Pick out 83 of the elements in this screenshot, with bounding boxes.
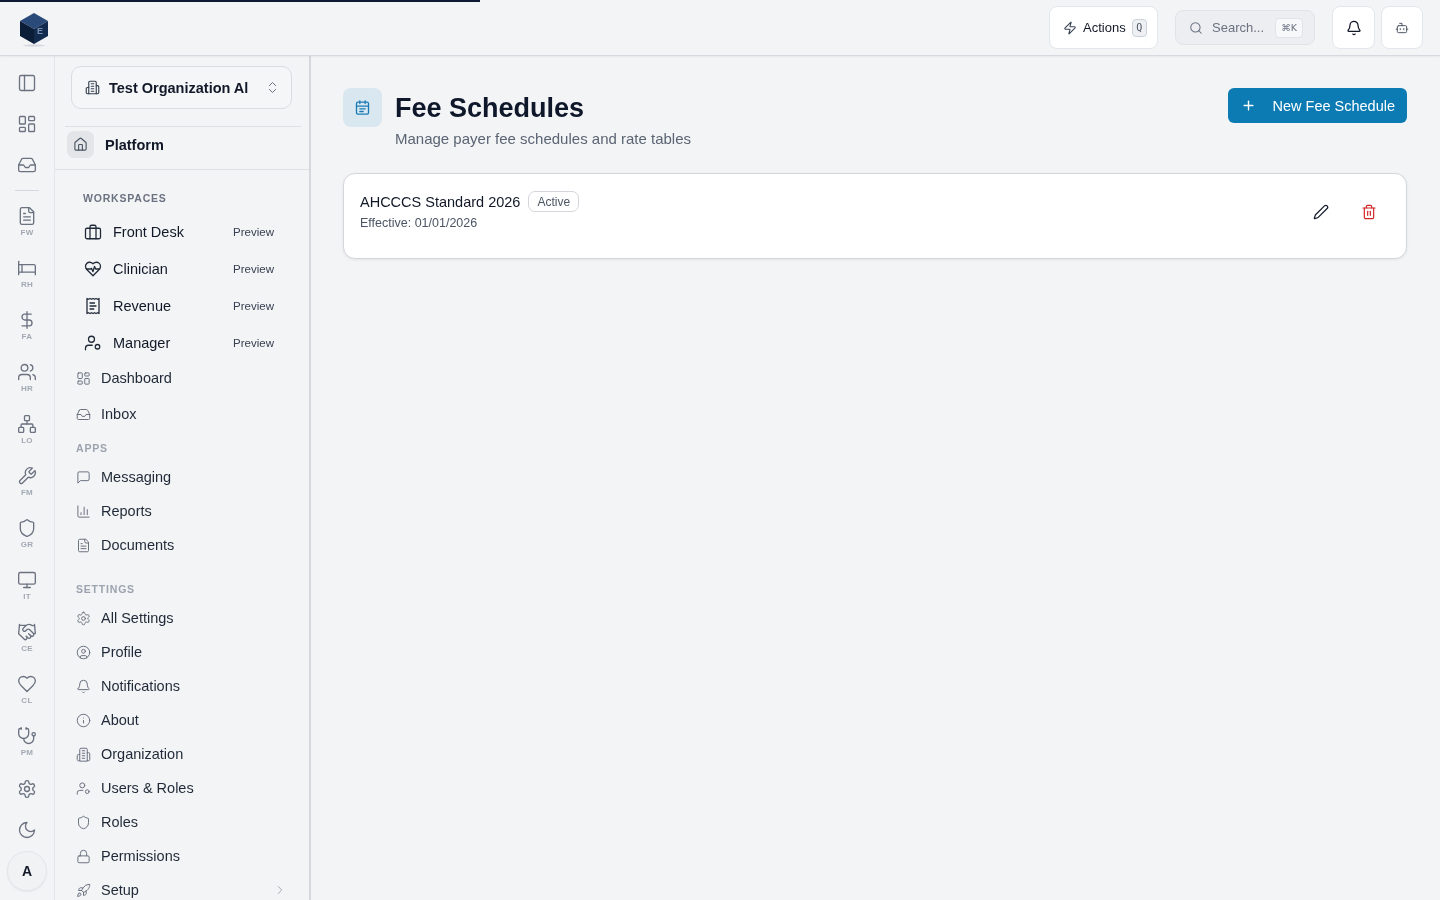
lightning-icon xyxy=(1063,20,1077,35)
handshake-icon xyxy=(17,622,37,642)
heart-pulse-icon xyxy=(84,259,102,278)
bar-chart-icon xyxy=(76,503,91,519)
platform-link[interactable]: Platform xyxy=(67,131,164,158)
trash-icon xyxy=(1361,204,1377,220)
message-icon xyxy=(76,469,91,485)
settings-icon[interactable] xyxy=(17,778,37,799)
wrench-icon xyxy=(17,466,37,486)
shield-icon xyxy=(17,518,37,538)
pencil-icon xyxy=(1313,204,1329,220)
user-circle-icon xyxy=(76,644,91,660)
effective-date: Effective: 01/01/2026 xyxy=(360,215,479,231)
document-icon xyxy=(17,206,37,226)
network-icon xyxy=(17,414,37,434)
workspace-link[interactable]: Front Desk xyxy=(83,222,184,241)
actions-button[interactable]: Actions Q xyxy=(1049,6,1158,49)
document-icon xyxy=(76,537,91,553)
dashboard-icon xyxy=(76,370,91,386)
page-title: Fee Schedules xyxy=(395,91,586,125)
calendar-icon xyxy=(343,88,382,127)
briefcase-icon xyxy=(84,222,102,241)
schedule-name: AHCCCS Standard 2026 xyxy=(360,193,521,210)
new-fee-schedule-button[interactable]: New Fee Schedule xyxy=(1228,88,1407,123)
panel-icon[interactable] xyxy=(17,72,37,93)
preview-label: Preview xyxy=(233,299,274,312)
receipt-icon xyxy=(84,296,102,315)
workspace-link[interactable]: Clinician xyxy=(83,259,168,278)
notifications-button[interactable] xyxy=(1332,6,1375,49)
person-icon xyxy=(76,780,91,796)
robot-icon xyxy=(1395,20,1409,35)
search-icon xyxy=(1189,20,1203,35)
nav-link[interactable]: Users & Roles xyxy=(76,778,289,798)
user-avatar[interactable]: A xyxy=(7,851,47,891)
nav-link[interactable]: Permissions xyxy=(76,846,289,866)
dashboard-icon[interactable] xyxy=(17,113,37,134)
inbox-icon xyxy=(76,406,91,422)
organization-select[interactable]: Test Organization Al xyxy=(71,66,292,109)
moon-icon[interactable] xyxy=(17,819,37,840)
nav-link[interactable]: About xyxy=(76,710,289,730)
shortcut-key: Q xyxy=(1131,18,1147,37)
stethoscope-icon xyxy=(17,726,37,746)
building-icon xyxy=(76,746,91,762)
nav-link[interactable]: Profile xyxy=(76,642,289,662)
logo-letter: E xyxy=(37,25,43,36)
monitor-icon xyxy=(17,570,37,590)
section-heading: SETTINGS xyxy=(76,582,136,596)
section-heading: WORKSPACES xyxy=(83,191,168,205)
status-badge: Active xyxy=(528,191,580,212)
heart-icon xyxy=(17,674,37,694)
page-subtitle: Manage payer fee schedules and rate tables xyxy=(395,129,692,149)
bell-icon xyxy=(1345,19,1362,36)
preview-label: Preview xyxy=(233,262,274,275)
bed-icon xyxy=(17,258,37,278)
nav-link[interactable]: Reports xyxy=(76,501,289,521)
rocket-icon xyxy=(76,882,91,898)
workspace-link[interactable]: Manager xyxy=(83,333,171,352)
nav-link[interactable]: Inbox xyxy=(76,404,289,424)
bell-icon xyxy=(76,678,91,694)
nav-link[interactable]: Notifications xyxy=(76,676,289,696)
lock-icon xyxy=(76,848,91,864)
settings-icon xyxy=(76,610,91,626)
info-icon xyxy=(76,712,91,728)
preview-label: Preview xyxy=(233,336,274,349)
nav-link[interactable]: Setup xyxy=(76,880,289,900)
nav-link[interactable]: Organization xyxy=(76,744,289,764)
section-heading: APPS xyxy=(76,441,109,455)
shield-icon xyxy=(76,814,91,830)
home-icon xyxy=(67,131,94,158)
building-icon xyxy=(85,80,100,95)
nav-link[interactable]: Documents xyxy=(76,535,289,555)
shortcut-key: ⌘K xyxy=(1275,17,1303,38)
person-icon xyxy=(84,333,102,352)
nav-link[interactable]: Roles xyxy=(76,812,289,832)
preview-label: Preview xyxy=(233,225,274,238)
people-icon xyxy=(17,362,37,382)
plus-icon xyxy=(1241,98,1257,113)
workspace-link[interactable]: Revenue xyxy=(83,296,172,315)
nav-link[interactable]: All Settings xyxy=(76,608,289,628)
nav-link[interactable]: Dashboard xyxy=(76,368,289,388)
assistant-button[interactable] xyxy=(1381,6,1423,49)
cube-logo-icon[interactable] xyxy=(20,12,48,47)
nav-link[interactable]: Messaging xyxy=(76,467,289,487)
